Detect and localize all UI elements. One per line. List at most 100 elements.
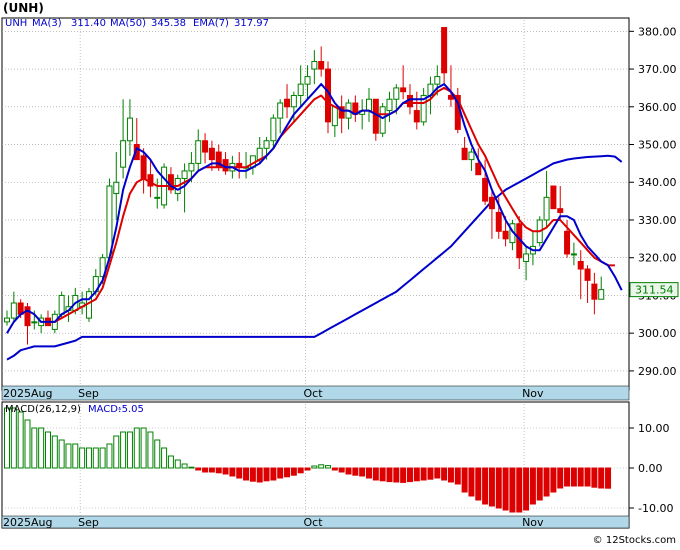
candle-body — [154, 196, 161, 199]
macd-bar — [140, 427, 147, 469]
candle-body — [386, 98, 393, 112]
macd-bar — [325, 465, 332, 469]
price-y-tick-label: 320.00 — [638, 252, 677, 265]
candle-body — [482, 177, 489, 202]
price-x-label-oct: Oct — [304, 387, 324, 400]
macd-bar — [120, 431, 127, 469]
macd-bar — [202, 467, 209, 473]
candle-body — [277, 102, 284, 119]
candle-body — [400, 87, 407, 93]
candle-body — [140, 155, 147, 179]
price-y-tick-label: 290.00 — [638, 365, 677, 378]
candle — [550, 185, 557, 210]
macd-bar — [181, 463, 188, 469]
macd-bar — [44, 431, 51, 469]
candle-body — [461, 147, 468, 161]
candle-body — [270, 117, 277, 142]
macd-bar — [290, 467, 297, 476]
candle-body — [434, 76, 441, 85]
macd-bar — [468, 467, 475, 497]
macd-bar — [461, 467, 468, 493]
candle-body — [564, 230, 571, 255]
candle-body — [4, 317, 10, 323]
price-x-label-sep: Sep — [78, 387, 99, 400]
macd-bar — [359, 467, 366, 477]
macd-bar — [577, 467, 584, 487]
macd-bar — [106, 443, 113, 469]
macd-bar — [126, 431, 133, 469]
macd-bar — [570, 467, 577, 487]
macd-bar — [99, 447, 106, 469]
candle-body — [113, 181, 120, 195]
macd-bar — [147, 431, 154, 469]
chart-canvas: 290.00300.00310.00320.00330.00340.00350.… — [0, 0, 680, 546]
macd-bar — [10, 407, 17, 469]
macd-bar — [174, 459, 181, 469]
macd-value-label: MACD: — [88, 404, 121, 415]
macd-x-label-nov: Nov — [522, 516, 544, 529]
macd-bar — [529, 467, 536, 505]
macd-bar — [284, 467, 291, 478]
candle-body — [188, 162, 195, 172]
macd-bar — [495, 467, 502, 509]
macd-bar — [188, 466, 195, 469]
macd-bar — [318, 464, 325, 469]
macd-bar — [38, 427, 45, 469]
macd-bar — [434, 467, 441, 479]
legend-ema7-label: EMA(7) — [193, 18, 229, 29]
macd-bar — [79, 447, 86, 469]
macd-y-tick-label: 0.00 — [638, 462, 663, 475]
macd-bar — [297, 467, 304, 474]
macd-bar — [516, 467, 523, 513]
candle-body — [181, 170, 188, 179]
macd-bar — [338, 467, 345, 473]
candle-body — [208, 147, 215, 161]
macd-bar — [263, 467, 270, 482]
watermark: © 12Stocks.com — [593, 535, 676, 546]
legend-symbol: UNH — [5, 18, 27, 29]
macd-bar — [523, 467, 530, 511]
macd-bar — [352, 467, 359, 476]
candle-body — [584, 268, 591, 281]
price-x-label-year-month: 2025Aug — [3, 387, 52, 400]
macd-bar — [167, 455, 174, 469]
candle-body — [304, 76, 311, 85]
macd-y-tick-label: -10.00 — [638, 502, 673, 515]
macd-bar — [222, 467, 229, 475]
price-y-tick-label: 380.00 — [638, 25, 677, 38]
macd-bar — [557, 467, 564, 489]
candle-body — [290, 94, 297, 108]
macd-x-label-year-month: 2025Aug — [3, 516, 52, 529]
price-panel — [1, 17, 630, 391]
macd-bar — [427, 467, 434, 480]
candle-body — [195, 140, 202, 164]
candle-body — [591, 283, 598, 300]
candle-body — [10, 302, 17, 319]
candle-body — [58, 294, 65, 315]
macd-bar — [256, 467, 263, 483]
macd-bar — [564, 467, 571, 487]
macd-bar — [208, 467, 215, 473]
candle-body — [488, 196, 495, 210]
macd-bar — [31, 427, 38, 469]
price-y-tick-label: 330.00 — [638, 214, 677, 227]
price-y-tick-label: 370.00 — [638, 63, 677, 76]
macd-bar — [249, 467, 256, 482]
macd-bar — [345, 467, 352, 475]
candle-body — [413, 110, 420, 123]
candle-body — [311, 61, 318, 70]
macd-bar — [24, 419, 31, 469]
macd-bar — [454, 467, 461, 485]
macd-bar — [420, 467, 427, 481]
macd-bar — [113, 435, 120, 469]
macd-bar — [17, 411, 24, 469]
macd-bar — [386, 467, 393, 483]
candle-body — [495, 211, 502, 232]
macd-bar — [393, 467, 400, 483]
candle-body — [475, 162, 482, 176]
legend-ma50-label: MA(50) — [110, 18, 146, 29]
candle-body — [468, 151, 475, 161]
price-y-tick-label: 360.00 — [638, 101, 677, 114]
candle-body — [202, 140, 209, 153]
macd-bar — [502, 467, 509, 511]
